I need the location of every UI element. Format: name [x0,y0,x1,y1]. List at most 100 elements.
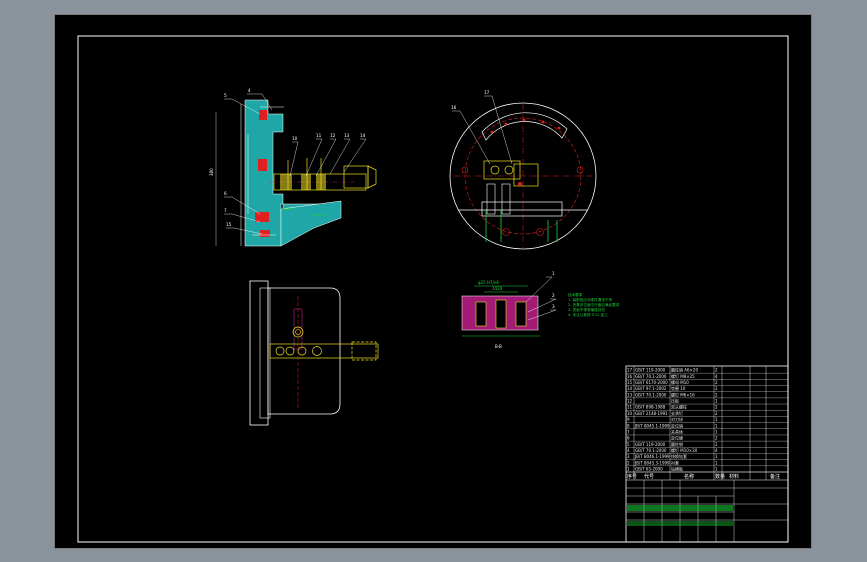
parts-row-code: GB/T 70.1-2000 [635,392,667,397]
parts-row-qty: 1 [715,454,718,459]
leader-11 [305,138,323,177]
tb-head-name: 名称 [684,473,694,480]
base-plate-section [280,200,342,247]
parts-row-qty: 2 [715,380,718,385]
parts-row-name: 定位销 [671,422,683,428]
tech-note-3: 3. 表面不得有磕碰划伤 [568,307,605,312]
section-bushing-1 [475,301,487,327]
parts-row-code: JB/T 8045.1-1999 [634,423,670,428]
parts-row-qty: 4 [715,448,718,453]
parts-row-name: 定位键 [671,435,683,441]
parts-row-no: 17 [627,368,633,373]
tb-head-note: 备注 [770,473,780,480]
parts-row-qty: 2 [715,386,718,391]
lower-post-1 [486,183,496,215]
callout-1: 1 [552,271,555,276]
side-nut [351,341,377,361]
parts-row-no: 1 [627,467,630,472]
side-bolt-4 [312,346,322,356]
parts-row-no: 4 [627,448,630,453]
parts-row-code: GB/T 898-1988 [635,405,666,410]
parts-row-qty: 2 [715,405,718,410]
tb-green-strip-2 [627,521,733,526]
outer-border [54,14,812,549]
parts-row-no: 6 [627,436,630,441]
parts-row-name: 螺钉 M10×30 [671,447,698,453]
center-bushing-1 [490,165,500,175]
parts-row-qty: 1 [715,423,718,428]
parts-row-name: 对刀块 [671,416,683,422]
bottom-hole-2 [536,228,544,236]
tech-note-2: 2. 夹具定位面平行度应满足要求 [568,302,620,307]
front-height-dim: 380 [209,168,214,176]
section-bushing-2 [495,299,507,329]
callout-4: 4 [248,88,251,93]
parts-row-name: 压板 [671,398,679,404]
green-verticals [485,210,558,242]
side-bolt-2 [285,346,295,356]
hole-mark [518,182,522,186]
clamp-assembly [273,158,377,191]
callout-13: 13 [344,133,350,138]
parts-row-code: GB/T 119-2000 [635,442,666,447]
parts-row-qty: 2 [715,392,718,397]
clamp-nut [343,165,369,189]
arc-slot [481,112,568,141]
parts-row-no: 5 [627,442,630,447]
parts-row-qty: 1 [715,467,718,472]
cad-drawing: 4 5 6 7 10 11 12 13 14 15 380 16 17 φ25 … [54,14,812,549]
pin-insert-low [255,212,269,222]
parts-row-name: 螺母 M10 [671,379,689,385]
parts-row-name: 垫圈 10 [671,385,686,391]
tech-note-1: 1. 装配前应对零件清洗干净 [568,297,613,302]
tech-note-4: 4. 未注公差按 IT12 加工 [568,312,608,317]
parts-row-code: GB/T 119-2000 [635,368,666,373]
callout-6: 6 [224,191,227,196]
parts-row-no: 9 [627,417,630,422]
parts-row-no: 16 [627,374,633,379]
callout-11: 11 [316,133,322,138]
parts-row-name: 双头螺柱 [671,404,687,410]
parts-row-qty: 4 [715,374,718,379]
section-bushing-3 [515,301,527,327]
callout-15: 15 [226,222,232,227]
tb-green-strip [627,505,733,511]
side-block [513,163,539,187]
bolt-hole-right [576,166,584,174]
parts-row-code: JB/T 8045.3-1999 [634,460,670,465]
tb-head-no: 序号 [627,473,637,480]
pin-insert-mid [258,159,267,171]
tb-head-material: 材料 [729,473,739,480]
parts-row-qty: 1 [715,460,718,465]
parts-row-code: JB/T 8046.1-1999 [634,454,670,459]
callout-5: 5 [224,93,227,98]
callout-16: 16 [451,105,457,110]
parts-row-code: GB/T 65-2000 [635,467,663,472]
slot-mark-4 [541,120,545,124]
parts-row-code: GB/T 70.1-2000 [635,374,667,379]
parts-row-code: GB/T 6170-2000 [635,380,668,385]
clamp-block-1 [280,174,292,190]
tb-head-code: 代号 [644,473,654,480]
section-label: B-B [495,344,502,349]
parts-row-name: 衬套 [671,459,679,465]
parts-row-name: 圆柱销 A6×20 [671,367,698,373]
parts-row-qty: 1 [715,417,718,422]
parts-row-name: 螺钉 M8×25 [671,373,695,379]
parts-row-name: 夹具体 [671,428,683,434]
tech-note-0: 技术要求 [568,292,583,297]
parts-row-qty: 2 [715,436,718,441]
parts-row-qty: 1 [715,429,718,434]
parts-row-code: GB/T 2148-1991 [635,411,668,416]
parts-row-no: 3 [627,454,630,459]
callout-3: 3 [552,304,555,309]
clamp-block-2 [301,174,311,190]
parts-row-code: GB/T 97.1-2002 [635,386,667,391]
callout-12: 12 [330,133,336,138]
leader-16 [452,110,491,165]
section-bb-view: φ25 H7/n6 1420 1 2 3 B-B [461,271,557,349]
parts-row-no: 11 [627,405,633,410]
center-bushing-2 [504,165,514,175]
parts-row-no: 7 [627,429,630,434]
parts-row-name: 快换钻套 [671,453,687,459]
